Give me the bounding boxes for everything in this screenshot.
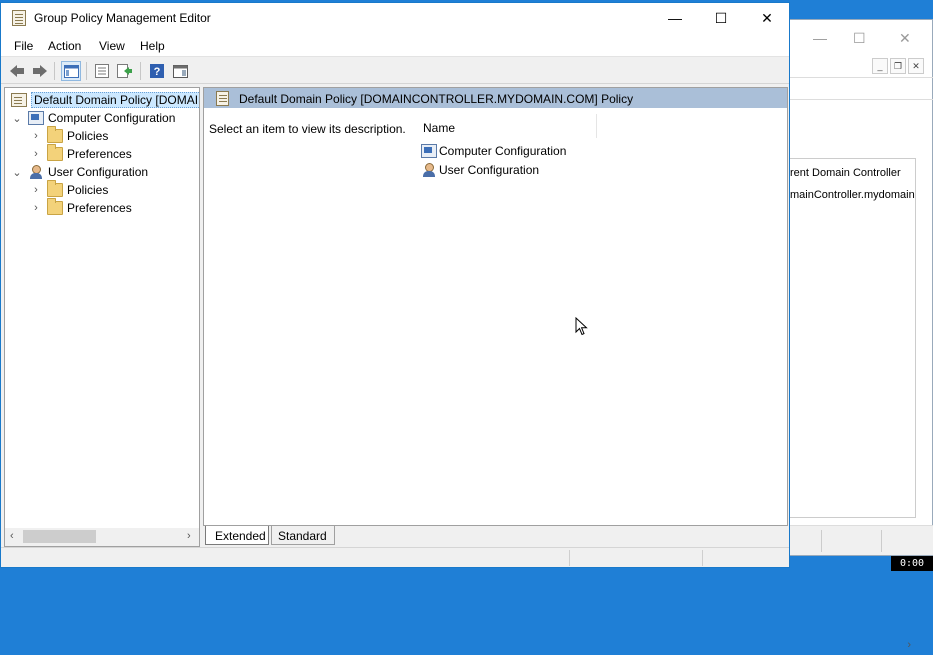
scroll-thumb[interactable] xyxy=(23,530,96,543)
mouse-cursor-icon xyxy=(575,317,588,336)
bg-scrollbar[interactable]: › xyxy=(790,637,915,655)
scroll-right-icon[interactable]: › xyxy=(907,639,911,651)
properties-icon[interactable] xyxy=(92,61,112,81)
folder-icon xyxy=(47,198,63,215)
tree-user-configuration[interactable]: ⌄ User Configuration xyxy=(11,163,148,181)
menu-file[interactable]: File xyxy=(14,39,33,53)
bg-mdi-close-icon[interactable]: ✕ xyxy=(908,58,924,74)
list-item-label: User Configuration xyxy=(439,163,540,177)
user-icon xyxy=(421,163,437,177)
menu-action[interactable]: Action xyxy=(48,39,81,53)
close-button[interactable]: ✕ xyxy=(744,3,790,33)
menu-view[interactable]: View xyxy=(99,39,125,53)
folder-icon xyxy=(47,180,63,197)
computer-icon xyxy=(421,144,437,158)
show-action-pane-icon[interactable] xyxy=(170,61,190,81)
bg-toolbar xyxy=(771,80,933,100)
clock-overlay: 0:00 xyxy=(891,556,933,571)
status-bar xyxy=(1,547,789,567)
description-text: Select an item to view its description. xyxy=(209,122,406,136)
bg-minimize-icon[interactable]: — xyxy=(813,30,827,46)
gpme-window: Group Policy Management Editor — ☐ ✕ Fil… xyxy=(0,2,790,568)
bg-mdi-minimize-icon[interactable]: _ xyxy=(872,58,888,74)
chevron-right-icon[interactable]: › xyxy=(30,148,42,160)
tree-node-label: Computer Configuration xyxy=(48,111,176,125)
bg-maximize-icon[interactable]: ☐ xyxy=(853,30,866,47)
computer-icon xyxy=(28,111,44,125)
tab-standard[interactable]: Standard xyxy=(271,526,335,545)
view-tabs: Extended Standard xyxy=(203,526,788,547)
tree-node-label: Policies xyxy=(67,129,109,143)
menu-help[interactable]: Help xyxy=(140,39,165,53)
list-item-user-configuration[interactable]: User Configuration xyxy=(421,161,539,179)
list-item-computer-configuration[interactable]: Computer Configuration xyxy=(421,142,566,160)
policy-document-icon xyxy=(11,93,27,107)
scroll-left-icon[interactable]: ‹ xyxy=(10,530,14,542)
chevron-right-icon[interactable]: › xyxy=(30,202,42,214)
tree-node-label: Preferences xyxy=(67,147,132,161)
chevron-right-icon[interactable]: › xyxy=(30,130,42,142)
svg-text:?: ? xyxy=(154,66,161,78)
bg-mdi-restore-icon[interactable]: ❐ xyxy=(890,58,906,74)
tree-user-policies[interactable]: › Policies xyxy=(30,180,109,199)
policy-document-icon xyxy=(216,91,229,106)
details-header: Default Domain Policy [DOMAINCONTROLLER.… xyxy=(204,88,787,108)
chevron-down-icon[interactable]: ⌄ xyxy=(11,112,23,125)
show-hide-console-tree-icon[interactable] xyxy=(61,61,81,81)
tree-user-preferences[interactable]: › Preferences xyxy=(30,198,132,217)
chevron-down-icon[interactable]: ⌄ xyxy=(11,166,23,179)
folder-icon xyxy=(47,144,63,161)
user-icon xyxy=(28,165,44,179)
menu-bar: File Action View Help xyxy=(1,33,789,57)
toolbar: ? xyxy=(1,58,789,84)
maximize-button[interactable]: ☐ xyxy=(698,3,744,33)
tree-horizontal-scrollbar[interactable]: ‹ › xyxy=(5,528,199,546)
bg-bottom-bar xyxy=(771,525,933,555)
chevron-right-icon[interactable]: › xyxy=(30,184,42,196)
window-title: Group Policy Management Editor xyxy=(34,11,211,25)
details-pane: Default Domain Policy [DOMAINCONTROLLER.… xyxy=(203,87,788,526)
tree-root-label: Default Domain Policy [DOMAINCONTROLLER.… xyxy=(31,92,199,108)
tree-node-label: Preferences xyxy=(67,201,132,215)
background-window: — ☐ ✕ _ ❐ ✕ rent Domain Controller mainC… xyxy=(770,19,933,651)
tree-computer-policies[interactable]: › Policies xyxy=(30,126,109,145)
tree-root-policy[interactable]: Default Domain Policy [DOMAINCONTROLLER.… xyxy=(11,91,199,109)
column-header-label: Name xyxy=(423,121,456,135)
column-header-name[interactable]: Name xyxy=(417,114,597,138)
back-icon[interactable] xyxy=(7,61,27,81)
folder-icon xyxy=(47,126,63,143)
tree-node-label: Policies xyxy=(67,183,109,197)
bg-content-panel: rent Domain Controller mainController.my… xyxy=(789,158,916,651)
tree-node-label: User Configuration xyxy=(48,165,149,179)
list-item-label: Computer Configuration xyxy=(439,144,567,158)
details-header-title: Default Domain Policy [DOMAINCONTROLLER.… xyxy=(239,92,634,106)
title-bar[interactable]: Group Policy Management Editor — ☐ ✕ xyxy=(1,3,789,33)
help-icon[interactable]: ? xyxy=(147,61,167,81)
minimize-button[interactable]: — xyxy=(652,3,698,33)
bg-line: mainController.mydomain.co xyxy=(790,189,915,201)
tree-computer-preferences[interactable]: › Preferences xyxy=(30,144,132,163)
forward-icon[interactable] xyxy=(30,61,50,81)
export-list-icon[interactable] xyxy=(115,61,135,81)
tree-computer-configuration[interactable]: ⌄ Computer Configuration xyxy=(11,109,175,127)
tab-extended[interactable]: Extended xyxy=(205,526,269,545)
scroll-right-icon[interactable]: › xyxy=(187,530,191,542)
console-tree: Default Domain Policy [DOMAINCONTROLLER.… xyxy=(4,87,200,547)
bg-line: rent Domain Controller xyxy=(790,167,901,179)
bg-close-icon[interactable]: ✕ xyxy=(899,30,911,47)
policy-app-icon xyxy=(12,10,26,26)
